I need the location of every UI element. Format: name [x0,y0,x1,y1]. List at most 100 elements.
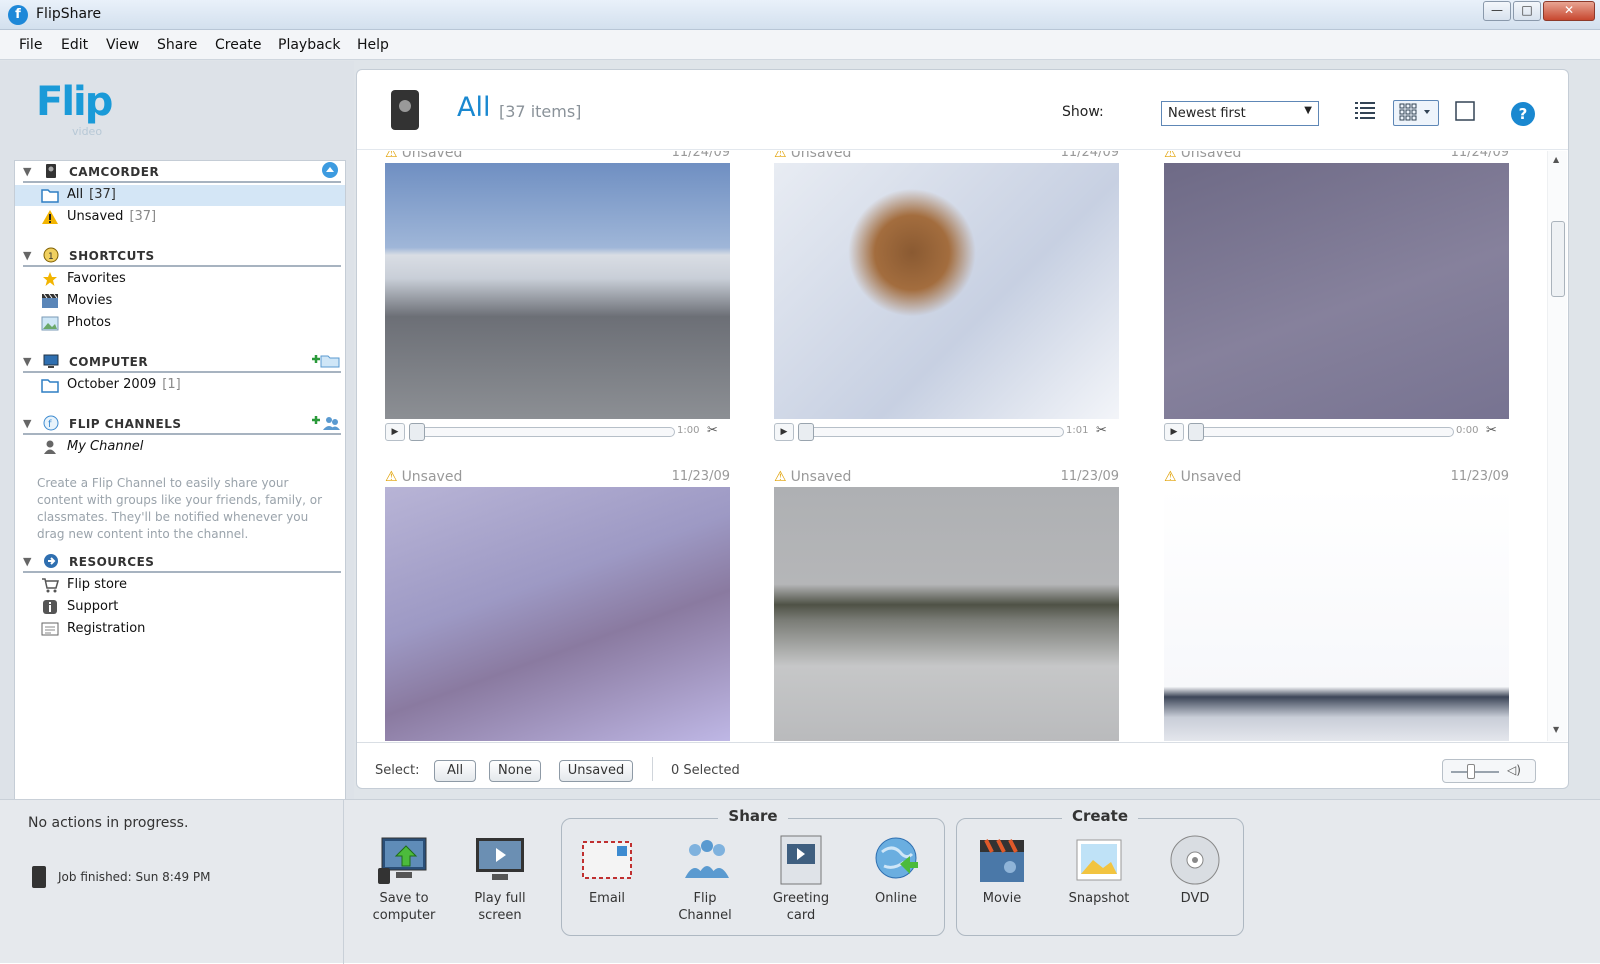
star-icon [41,271,59,287]
scroll-down-arrow-icon[interactable]: ▼ [1553,725,1559,734]
slider-knob[interactable] [1467,764,1475,779]
scroll-thumb[interactable] [1551,221,1565,297]
email-button[interactable]: Email [567,834,647,907]
video-thumbnail[interactable] [774,163,1119,419]
menu-edit[interactable]: Edit [61,37,88,53]
video-thumbnail[interactable] [1164,163,1509,419]
online-label: Online [875,891,917,906]
sidebar-item-movies[interactable]: Movies [35,291,353,312]
play-icon[interactable]: ▶ [774,423,794,441]
add-channel-icon[interactable] [311,413,341,433]
create-group-title: Create [1061,807,1139,825]
seek-bar[interactable] [800,427,1064,437]
media-tile[interactable]: ⚠ Unsaved 11/23/09 [385,469,730,741]
close-button[interactable]: ✕ [1543,1,1595,21]
scroll-up-arrow-icon[interactable]: ▲ [1553,155,1559,164]
menu-file[interactable]: File [19,37,42,53]
help-icon[interactable]: ? [1511,102,1535,126]
sidebar-item-my-channel[interactable]: My Channel [35,437,353,458]
section-flip-channels[interactable]: ▼ f FLIP CHANNELS [23,413,341,435]
trim-scissors-icon[interactable]: ✂ [1486,423,1497,438]
seek-knob[interactable] [1188,423,1204,441]
single-view-icon[interactable] [1451,100,1479,126]
menu-bar: File Edit View Share Create Playback Hel… [0,30,1600,60]
movie-button[interactable]: Movie [962,834,1042,907]
section-resources[interactable]: ▼ RESOURCES [23,551,341,573]
flipshare-app-icon: f [8,5,28,25]
warning-icon: ⚠ [385,151,398,161]
trim-scissors-icon[interactable]: ✂ [707,423,718,438]
warning-icon [41,209,59,225]
play-full-screen-button[interactable]: Play full screen [460,834,540,924]
eject-icon[interactable] [319,161,341,181]
play-icon[interactable]: ▶ [1164,423,1184,441]
mini-player: ▶ 1:01 ✂ [774,423,1119,441]
media-tile[interactable]: ⚠ Unsaved 11/24/09 ▶ 0:00 ✂ [1164,151,1509,445]
section-computer[interactable]: ▼ COMPUTER [23,351,341,373]
seek-bar[interactable] [411,427,675,437]
sidebar-item-all[interactable]: All [37] [15,185,345,206]
menu-view[interactable]: View [106,37,139,53]
trim-scissors-icon[interactable]: ✂ [1096,423,1107,438]
menu-playback[interactable]: Playback [278,37,340,53]
sidebar-item-flip-store[interactable]: Flip store [35,575,353,596]
list-view-icon[interactable] [1351,100,1379,126]
minimize-button[interactable]: — [1483,1,1511,21]
tile-status-label: Unsaved [790,469,852,485]
thumbnail-size-slider[interactable]: ◁) [1442,759,1536,783]
select-none-button[interactable]: None [489,760,541,782]
collapse-triangle-icon[interactable]: ▼ [23,417,31,430]
snapshot-button[interactable]: Snapshot [1059,834,1139,907]
media-tile[interactable]: ⚠ Unsaved 11/24/09 ▶ 1:00 ✂ [385,151,730,445]
collapse-triangle-icon[interactable]: ▼ [23,555,31,568]
section-camcorder[interactable]: ▼ CAMCORDER [23,161,341,183]
grid-view-icon[interactable] [1393,100,1439,126]
seek-knob[interactable] [798,423,814,441]
mini-player: ▶ 0:00 ✂ [1164,423,1509,441]
section-shortcuts[interactable]: ▼ 1 SHORTCUTS [23,245,341,267]
media-tile[interactable]: ⚠ Unsaved 11/24/09 ▶ 1:01 ✂ [774,151,1119,445]
video-thumbnail[interactable] [385,163,730,419]
select-unsaved-button[interactable]: Unsaved [559,760,633,782]
seek-knob[interactable] [409,423,425,441]
sidebar-item-support[interactable]: Support [35,597,353,618]
svg-text:f: f [48,419,52,430]
greeting-card-button[interactable]: Greeting card [761,834,841,924]
menu-share[interactable]: Share [157,37,197,53]
sidebar-item-october-2009[interactable]: October 2009 [1] [35,375,353,396]
video-thumbnail[interactable] [385,487,730,741]
collapse-triangle-icon[interactable]: ▼ [23,355,31,368]
sidebar-item-photos[interactable]: Photos [35,313,353,334]
sidebar-item-label: Photos [67,315,111,330]
dvd-button[interactable]: DVD [1155,834,1235,907]
save-to-computer-button[interactable]: Save to computer [364,834,444,924]
menu-create[interactable]: Create [215,37,262,53]
status-text: No actions in progress. [28,815,189,831]
seek-bar[interactable] [1190,427,1454,437]
sidebar-item-registration[interactable]: Registration [35,619,353,640]
select-all-button[interactable]: All [434,760,476,782]
maximize-button[interactable]: □ [1513,1,1541,21]
sidebar-item-label: My Channel [67,439,144,454]
section-title: CAMCORDER [69,165,160,179]
scrollbar[interactable]: ▲ ▼ [1547,151,1567,741]
people-icon [679,834,731,886]
sidebar-item-unsaved[interactable]: Unsaved [37] [35,207,353,228]
flip-channel-button[interactable]: Flip Channel [665,834,745,924]
video-thumbnail[interactable] [774,487,1119,741]
collapse-triangle-icon[interactable]: ▼ [23,249,31,262]
collapse-triangle-icon[interactable]: ▼ [23,165,31,178]
duration: 0:00 [1456,425,1479,436]
online-button[interactable]: Online [856,834,936,907]
menu-help[interactable]: Help [357,37,389,53]
media-tile[interactable]: ⚠ Unsaved 11/23/09 [774,469,1119,741]
tile-status-label: Unsaved [401,151,463,161]
sort-dropdown[interactable]: Newest first ▼ [1161,101,1319,126]
video-thumbnail[interactable] [1164,487,1509,741]
registration-form-icon [41,621,59,637]
play-icon[interactable]: ▶ [385,423,405,441]
sidebar-item-favorites[interactable]: Favorites [35,269,353,290]
item-count: [37 items] [499,102,582,121]
media-tile[interactable]: ⚠ Unsaved 11/23/09 [1164,469,1509,741]
add-folder-icon[interactable] [311,351,341,371]
